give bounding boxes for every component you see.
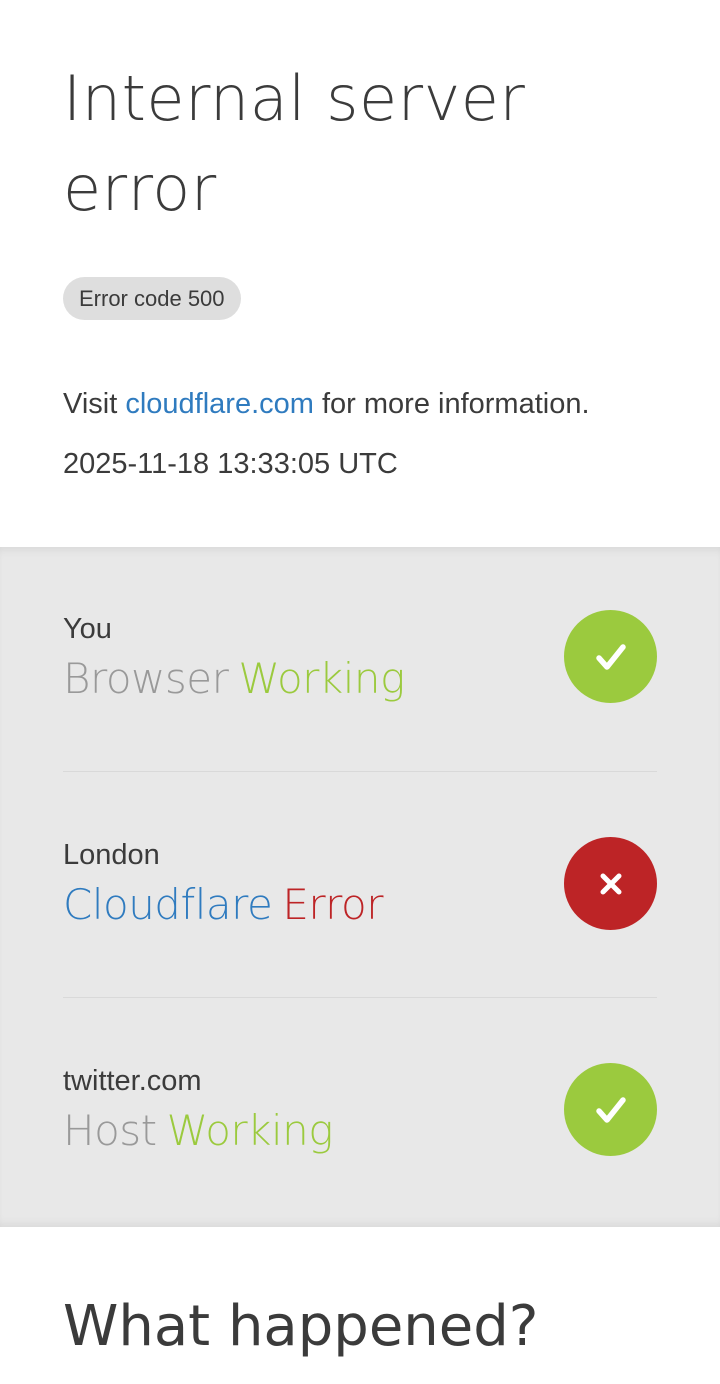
status-title: Cloudflare Error [63, 877, 383, 933]
page-title: Internal server error [63, 62, 526, 225]
status-location: London [63, 839, 160, 871]
status-kind: Browser [63, 654, 229, 703]
visit-info: Visit cloudflare.com for more informatio… [63, 384, 590, 424]
status-location: You [63, 613, 112, 645]
status-state: Error [282, 880, 383, 929]
row-divider [63, 997, 657, 998]
row-divider [63, 771, 657, 772]
status-row-host: twitter.com Host Working [63, 1063, 657, 1173]
what-happened-heading: What happened? [63, 1294, 539, 1359]
status-error-badge [564, 837, 657, 930]
status-location: twitter.com [63, 1065, 202, 1097]
status-title: Browser Working [63, 651, 405, 707]
status-row-cloudflare: London Cloudflare Error [63, 837, 657, 947]
visit-suffix: for more information. [321, 388, 590, 420]
error-code-badge: Error code 500 [63, 277, 241, 320]
status-panel: You Browser Working London Cloudflare Erro… [0, 547, 720, 1227]
status-ok-badge [564, 1063, 657, 1156]
status-row-browser: You Browser Working [63, 610, 657, 721]
status-ok-badge [564, 610, 657, 703]
close-icon [600, 873, 621, 894]
error-header: Internal server error Error code 500 Vis… [0, 0, 720, 547]
status-kind: Host [63, 1106, 157, 1155]
cloudflare-link[interactable]: cloudflare.com [125, 388, 314, 420]
error-timestamp: 2025-11-18 13:33:05 UTC [63, 448, 398, 480]
check-icon [595, 1096, 626, 1123]
status-kind: Cloudflare [63, 880, 273, 929]
check-icon [595, 643, 626, 670]
status-state: Working [166, 1106, 334, 1155]
status-title: Host Working [63, 1103, 334, 1159]
status-state: Working [238, 654, 405, 703]
visit-prefix: Visit [63, 388, 118, 420]
